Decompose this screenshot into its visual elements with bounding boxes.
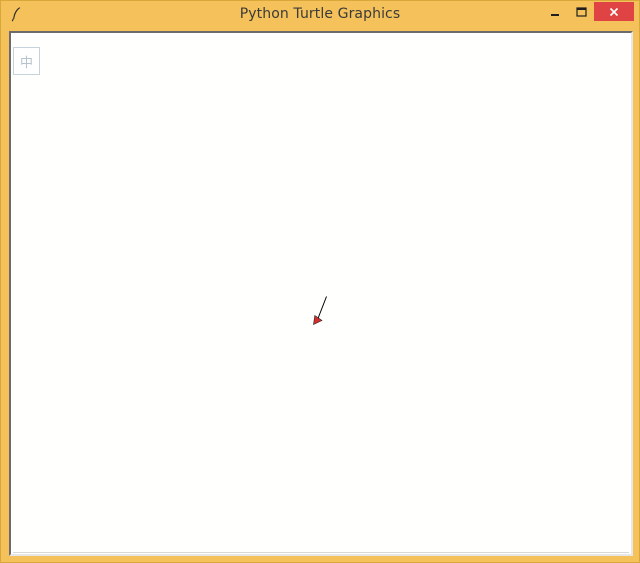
maximize-button[interactable] <box>568 2 594 21</box>
title-bar[interactable]: Python Turtle Graphics <box>1 1 639 29</box>
turtle-window: Python Turtle Graphics 中 <box>0 0 640 563</box>
turtle-canvas[interactable]: 中 <box>13 35 629 553</box>
client-area: 中 <box>9 31 633 556</box>
turtle-drawing <box>313 296 327 326</box>
close-icon <box>609 7 619 16</box>
close-button[interactable] <box>594 2 634 21</box>
turtle-arrow-icon <box>313 314 323 326</box>
minimize-icon <box>551 13 559 16</box>
minimize-button[interactable] <box>542 2 568 21</box>
pen-trail-line <box>316 296 327 322</box>
maximize-icon <box>575 6 587 17</box>
